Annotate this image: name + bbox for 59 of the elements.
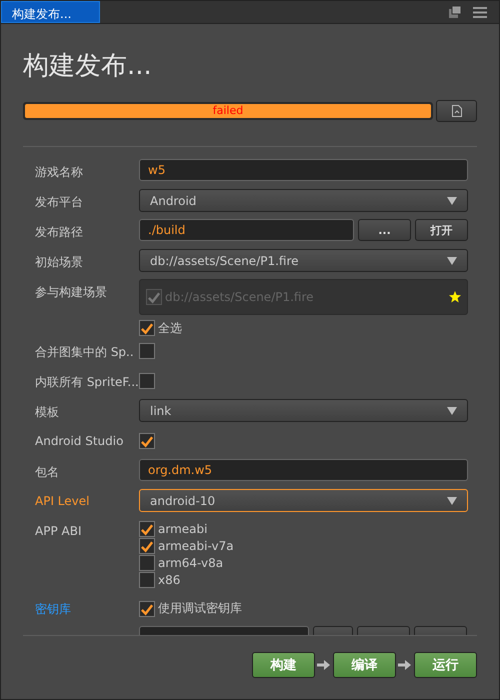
action-button[interactable]: 构建 xyxy=(252,652,315,678)
caret-icon xyxy=(447,196,457,204)
field-label: 包名 xyxy=(35,464,60,481)
checkbox-label: 使用调试密钥库 xyxy=(158,600,242,617)
field-label: 内联所有 SpriteF... xyxy=(35,374,139,391)
check-icon xyxy=(140,321,154,335)
path-button[interactable]: 打开 xyxy=(415,219,468,241)
checkbox[interactable] xyxy=(139,538,155,554)
checkbox[interactable] xyxy=(139,320,155,336)
field-label: 发布平台 xyxy=(35,194,84,211)
arrow-icon xyxy=(398,659,412,671)
dropdown[interactable]: link xyxy=(139,399,468,422)
checkbox[interactable] xyxy=(139,433,155,449)
checkbox[interactable] xyxy=(139,343,155,359)
check-icon xyxy=(140,522,154,536)
dropdown[interactable]: android-10 xyxy=(139,489,468,512)
caret-icon xyxy=(447,406,457,414)
checkbox[interactable] xyxy=(139,572,155,588)
arrow-icon xyxy=(317,659,331,671)
document-icon xyxy=(452,105,462,117)
dropdown[interactable]: db://assets/Scene/P1.fire xyxy=(139,249,468,272)
field-label: 游戏名称 xyxy=(35,164,84,181)
input-field[interactable]: w5 xyxy=(139,159,468,181)
field-label: 合并图集中的 Sp.. xyxy=(35,344,135,361)
field-label: 发布路径 xyxy=(35,224,84,241)
input-field[interactable]: ./build xyxy=(139,219,354,241)
checkbox[interactable] xyxy=(139,373,155,389)
input-field[interactable]: org.dm.w5 xyxy=(139,459,468,481)
checkbox-label: x86 xyxy=(158,573,180,587)
action-button[interactable]: 编译 xyxy=(333,652,396,678)
checkbox-label: armeabi xyxy=(158,522,208,536)
check-icon xyxy=(140,602,154,616)
field-label: APP ABI xyxy=(35,523,82,538)
checkbox-label: arm64-v8a xyxy=(158,556,224,570)
checkbox[interactable] xyxy=(139,600,155,616)
field-label: 模板 xyxy=(35,404,60,421)
checkbox[interactable] xyxy=(139,521,155,537)
check-icon xyxy=(147,290,161,304)
checkbox-label: 全选 xyxy=(158,320,182,336)
field-label: 参与构建场景 xyxy=(35,284,108,301)
panel-heading: 构建发布... xyxy=(23,50,153,82)
checkbox-label: armeabi-v7a xyxy=(158,539,234,553)
checkbox[interactable] xyxy=(139,555,155,571)
field-label: 初始场景 xyxy=(35,254,84,271)
windows-icon[interactable] xyxy=(449,6,461,18)
panel-tab[interactable]: 构建发布... xyxy=(1,1,100,23)
progress-text: failed xyxy=(212,104,244,118)
field-label: API Level xyxy=(35,493,90,508)
check-icon xyxy=(140,539,154,553)
menu-icon[interactable] xyxy=(473,6,487,18)
caret-icon xyxy=(447,496,457,504)
section-link[interactable]: 密钥库 xyxy=(35,596,139,618)
action-button[interactable]: 运行 xyxy=(414,652,477,678)
log-button[interactable] xyxy=(436,100,477,122)
caret-icon xyxy=(447,256,457,264)
field-label: Android Studio xyxy=(35,433,124,448)
path-button[interactable]: ... xyxy=(358,219,411,241)
check-icon xyxy=(140,434,154,448)
dropdown[interactable]: Android xyxy=(139,189,468,212)
